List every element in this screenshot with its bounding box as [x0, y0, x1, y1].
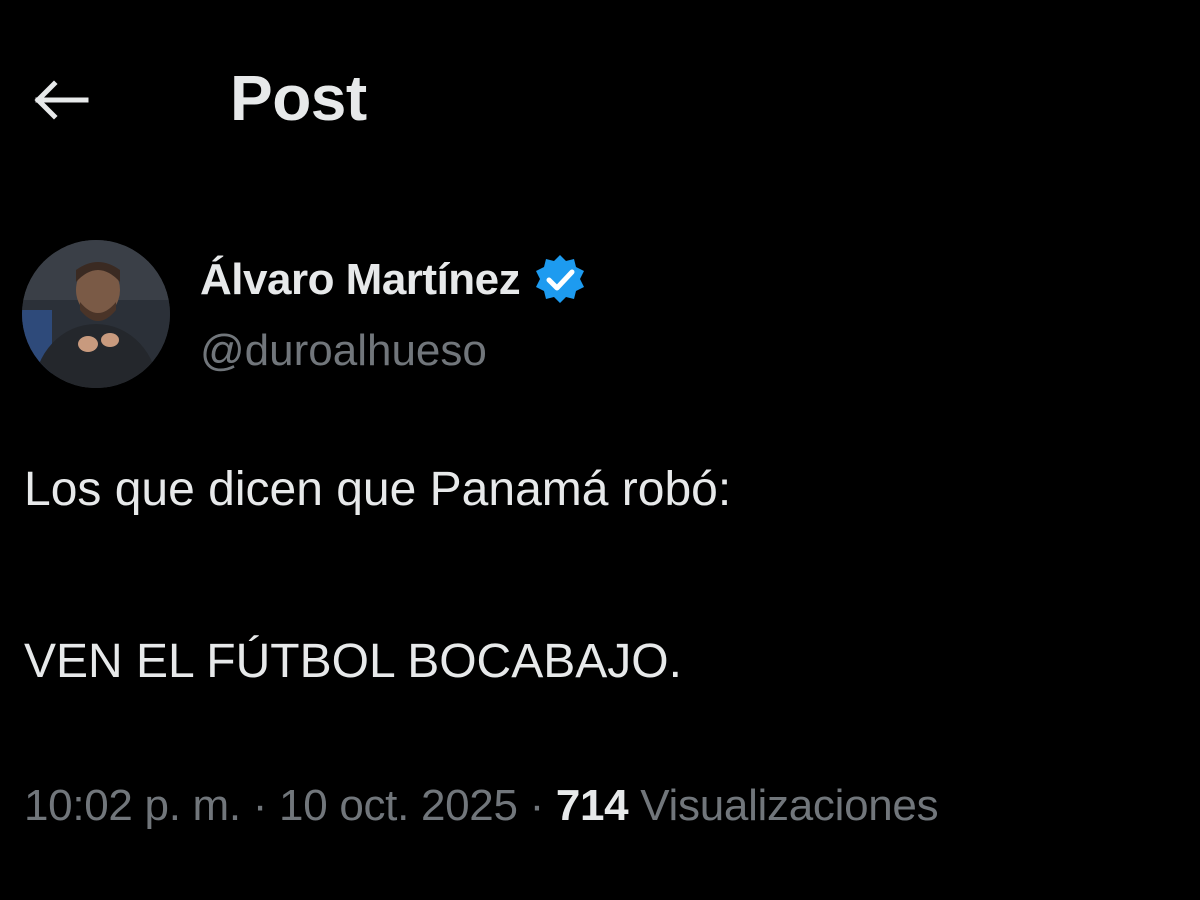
meta-separator: ·: [517, 781, 556, 830]
post-date[interactable]: 10 oct. 2025: [279, 781, 518, 830]
tweet-line-1: Los que dicen que Panamá robó:: [24, 463, 732, 516]
verified-badge-icon: [532, 252, 588, 308]
tweet-meta: 10:02 p. m. · 10 oct. 2025 · 714 Visuali…: [24, 778, 1194, 834]
back-button[interactable]: [20, 62, 100, 138]
avatar-image: [22, 240, 170, 388]
display-name[interactable]: Álvaro Martínez: [200, 255, 521, 305]
views-label: Visualizaciones: [640, 781, 939, 830]
views-count: 714: [555, 781, 629, 830]
avatar[interactable]: [22, 240, 170, 388]
author-text: Álvaro Martínez @duroalhueso: [200, 248, 588, 376]
author-block: Álvaro Martínez @duroalhueso: [22, 240, 1172, 390]
post-page: Post Álvaro Martínez @duroalhueso Los qu…: [0, 0, 1200, 900]
post-time[interactable]: 10:02 p. m.: [24, 781, 241, 830]
user-handle[interactable]: @duroalhueso: [200, 326, 588, 376]
page-title: Post: [230, 62, 367, 134]
meta-separator: ·: [240, 781, 280, 830]
tweet-line-2: VEN EL FÚTBOL BOCABAJO.: [24, 635, 682, 688]
top-bar: Post: [0, 40, 1200, 150]
tweet-text: Los que dicen que Panamá robó: VEN EL FÚ…: [24, 460, 1174, 692]
arrow-left-icon: [34, 80, 89, 120]
name-row: Álvaro Martínez: [200, 248, 588, 312]
